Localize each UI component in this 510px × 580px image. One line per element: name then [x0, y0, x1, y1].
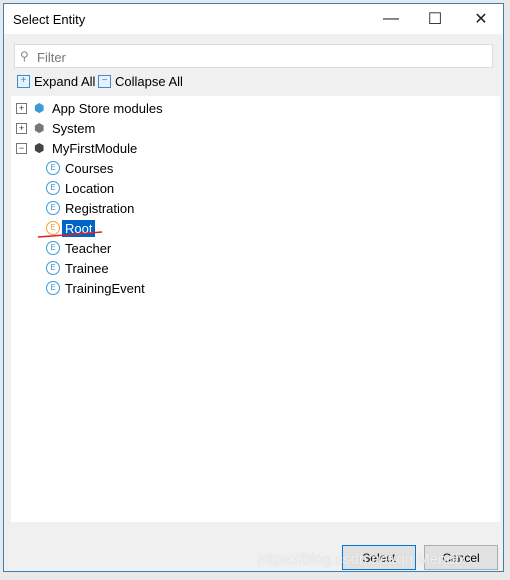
expand-all-button[interactable]: + Expand All [17, 74, 95, 89]
select-button[interactable]: Select [342, 545, 416, 570]
expand-all-label: Expand All [34, 74, 96, 89]
tree-entity-teacher[interactable]: E Teacher [46, 239, 111, 257]
tree-entity-courses[interactable]: E Courses [46, 159, 113, 177]
plus-icon: + [17, 75, 30, 88]
filter-box[interactable]: ⚲ [14, 44, 493, 68]
entity-icon: E [46, 281, 60, 295]
cancel-button[interactable]: Cancel [424, 545, 498, 570]
minus-icon: − [98, 75, 111, 88]
entity-label: Teacher [65, 240, 112, 256]
title-bar: Select Entity — ☐ ✕ [4, 4, 503, 34]
expand-icon[interactable]: + [16, 122, 27, 134]
tree-entity-trainee[interactable]: E Trainee [46, 259, 109, 277]
dialog-title: Select Entity [13, 12, 86, 27]
module-icon: ⬢ [34, 140, 45, 155]
entity-label: Trainee [65, 260, 109, 276]
module-label: MyFirstModule [52, 140, 138, 156]
entity-icon: E [46, 241, 60, 255]
entity-tree[interactable]: + ⬢ App Store modules + ⬢ System − ⬢ MyF… [11, 96, 500, 522]
close-button[interactable]: ✕ [458, 4, 504, 34]
entity-label: Courses [65, 160, 114, 176]
tree-entity-location[interactable]: E Location [46, 179, 114, 197]
maximize-button[interactable]: ☐ [412, 4, 458, 34]
minimize-button[interactable]: — [368, 4, 414, 34]
collapse-all-button[interactable]: − Collapse All [98, 74, 183, 89]
filter-input[interactable] [35, 47, 479, 67]
tree-entity-registration[interactable]: E Registration [46, 199, 134, 217]
search-icon: ⚲ [20, 49, 29, 63]
entity-icon: E [46, 201, 60, 215]
red-annotation-underline [37, 231, 103, 238]
expand-icon[interactable]: + [16, 102, 27, 114]
collapse-icon[interactable]: − [16, 142, 27, 154]
module-icon: ⬢ [34, 120, 45, 135]
entity-icon: E [46, 261, 60, 275]
tree-entity-trainingevent[interactable]: E TrainingEvent [46, 279, 145, 297]
module-label: App Store modules [52, 100, 163, 116]
tree-module-app-store[interactable]: + ⬢ App Store modules [16, 99, 163, 117]
entity-icon: E [46, 181, 60, 195]
tree-module-myfirstmodule[interactable]: − ⬢ MyFirstModule [16, 139, 137, 157]
entity-label: Registration [65, 200, 135, 216]
tree-module-system[interactable]: + ⬢ System [16, 119, 95, 137]
module-label: System [52, 120, 96, 136]
entity-label: Location [65, 180, 115, 196]
module-icon: ⬢ [34, 100, 45, 115]
select-entity-dialog: Select Entity — ☐ ✕ ⚲ + Expand All − Col… [3, 3, 504, 572]
collapse-all-label: Collapse All [115, 74, 183, 89]
entity-label: TrainingEvent [65, 280, 145, 296]
entity-icon: E [46, 161, 60, 175]
